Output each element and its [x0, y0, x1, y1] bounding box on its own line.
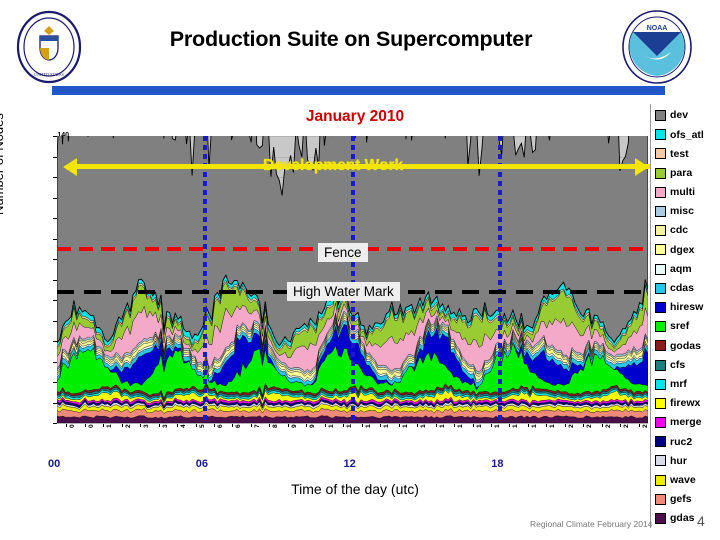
chart-legend: dev ofs_atltest para multi misc cdc dgex aqm cda…: [650, 104, 720, 528]
legend-item-gdas: gdas: [655, 509, 720, 528]
legend-swatch-godas: [655, 340, 666, 352]
legend-swatch-cfs: [655, 359, 666, 371]
legend-swatch-ruc2: [655, 436, 666, 448]
fence-label: Fence: [318, 243, 368, 262]
legend-item-cdas: cdas: [655, 279, 720, 298]
legend-label-cdc: cdc: [670, 224, 689, 237]
development-work-label: Development Work: [263, 157, 404, 174]
y-axis-label: Number of Nodes: [0, 113, 6, 215]
legend-item-test: test: [655, 144, 720, 163]
legend-item-para: para: [655, 164, 720, 183]
legend-item-mrf: mrf: [655, 375, 720, 394]
legend-item-cfs: cfs: [655, 355, 720, 374]
vertical-marker-18: [498, 136, 503, 423]
legend-label-gefs: gefs: [670, 493, 692, 506]
legend-item-wave: wave: [655, 471, 720, 490]
footer-note: Regional Climate February 2014: [530, 519, 653, 529]
svg-text:UNITED STATES: UNITED STATES: [34, 72, 64, 77]
legend-swatch-aqm: [655, 263, 666, 275]
legend-item-dgex: dgex: [655, 240, 720, 259]
legend-label-firewx: firewx: [670, 397, 701, 410]
legend-item-dev: dev: [655, 106, 720, 125]
legend-swatch-gdas: [655, 513, 666, 525]
hour-label-06: 06: [195, 458, 208, 470]
legend-swatch-sref: [655, 321, 666, 333]
legend-item-aqm: aqm: [655, 260, 720, 279]
legend-item-sref: sref: [655, 317, 720, 336]
legend-label-sref: sref: [670, 320, 690, 333]
chart-plot-area: Development Work Fence High Water Mark: [57, 136, 650, 424]
legend-item-firewx: firewx: [655, 394, 720, 413]
legend-item-multi: multi: [655, 183, 720, 202]
legend-item-hiresw: hiresw: [655, 298, 720, 317]
legend-item-cdc: cdc: [655, 221, 720, 240]
chart-subtitle: January 2010: [305, 108, 405, 125]
hour-label-00: 00: [48, 458, 61, 470]
hour-label-18: 18: [491, 458, 504, 470]
title-underline-rule: [52, 86, 665, 95]
legend-label-para: para: [670, 166, 693, 179]
gridline: [57, 423, 648, 424]
slide: UNITED STATES Production Suite on Superc…: [0, 0, 720, 540]
legend-label-godas: godas: [670, 339, 701, 352]
legend-swatch-multi: [655, 186, 666, 198]
legend-label-hiresw: hiresw: [670, 301, 704, 314]
x-axis-label: Time of the day (utc): [291, 481, 419, 497]
legend-swatch-firewx: [655, 397, 666, 409]
page-number: 4: [697, 513, 705, 529]
legend-swatch-hiresw: [655, 301, 666, 313]
legend-item-gefs: gefs: [655, 490, 720, 509]
legend-label-multi: multi: [670, 186, 696, 199]
legend-label-misc: misc: [670, 205, 694, 218]
legend-swatch-cdc: [655, 225, 666, 237]
legend-swatch-merge: [655, 417, 666, 429]
page-title: Production Suite on Supercomputer: [169, 27, 533, 51]
development-arrow-right-head: [635, 157, 649, 176]
vertical-marker-6: [202, 136, 207, 423]
legend-label-ofs_atl: ofs_atl: [670, 128, 704, 141]
legend-swatch-test: [655, 148, 666, 160]
legend-swatch-misc: [655, 206, 666, 218]
legend-item-hur: hur: [655, 451, 720, 470]
legend-swatch-dgex: [655, 244, 666, 256]
legend-item-misc: misc: [655, 202, 720, 221]
legend-label-aqm: aqm: [670, 262, 692, 275]
legend-item-merge: merge: [655, 413, 720, 432]
vertical-marker-12: [350, 136, 355, 423]
legend-swatch-dev: [655, 110, 666, 122]
noaa-seal-icon: NOAA: [622, 10, 692, 84]
legend-label-dev: dev: [670, 109, 689, 122]
legend-label-hur: hur: [670, 454, 687, 467]
legend-swatch-gefs: [655, 493, 666, 505]
legend-swatch-ofs_atl: [655, 129, 666, 141]
legend-label-merge: merge: [670, 416, 702, 429]
legend-label-test: test: [670, 147, 689, 160]
legend-swatch-cdas: [655, 282, 666, 294]
legend-label-wave: wave: [670, 473, 696, 486]
high-water-mark-label: High Water Mark: [287, 282, 400, 301]
legend-label-gdas: gdas: [670, 512, 695, 525]
hour-label-12: 12: [343, 458, 356, 470]
legend-swatch-mrf: [655, 378, 666, 390]
legend-swatch-hur: [655, 455, 666, 467]
legend-label-ruc2: ruc2: [670, 435, 693, 448]
legend-label-dgex: dgex: [670, 243, 695, 256]
legend-swatch-wave: [655, 474, 666, 486]
legend-label-cfs: cfs: [670, 358, 686, 371]
legend-item-ofs_atl: ofs_atl: [655, 125, 720, 144]
legend-swatch-para: [655, 167, 666, 179]
development-arrow-left-head: [63, 157, 77, 176]
us-department-of-commerce-seal-icon: UNITED STATES: [16, 10, 82, 84]
legend-item-ruc2: ruc2: [655, 432, 720, 451]
svg-text:NOAA: NOAA: [647, 25, 668, 32]
legend-label-mrf: mrf: [670, 377, 687, 390]
legend-label-cdas: cdas: [670, 282, 694, 295]
legend-item-godas: godas: [655, 336, 720, 355]
